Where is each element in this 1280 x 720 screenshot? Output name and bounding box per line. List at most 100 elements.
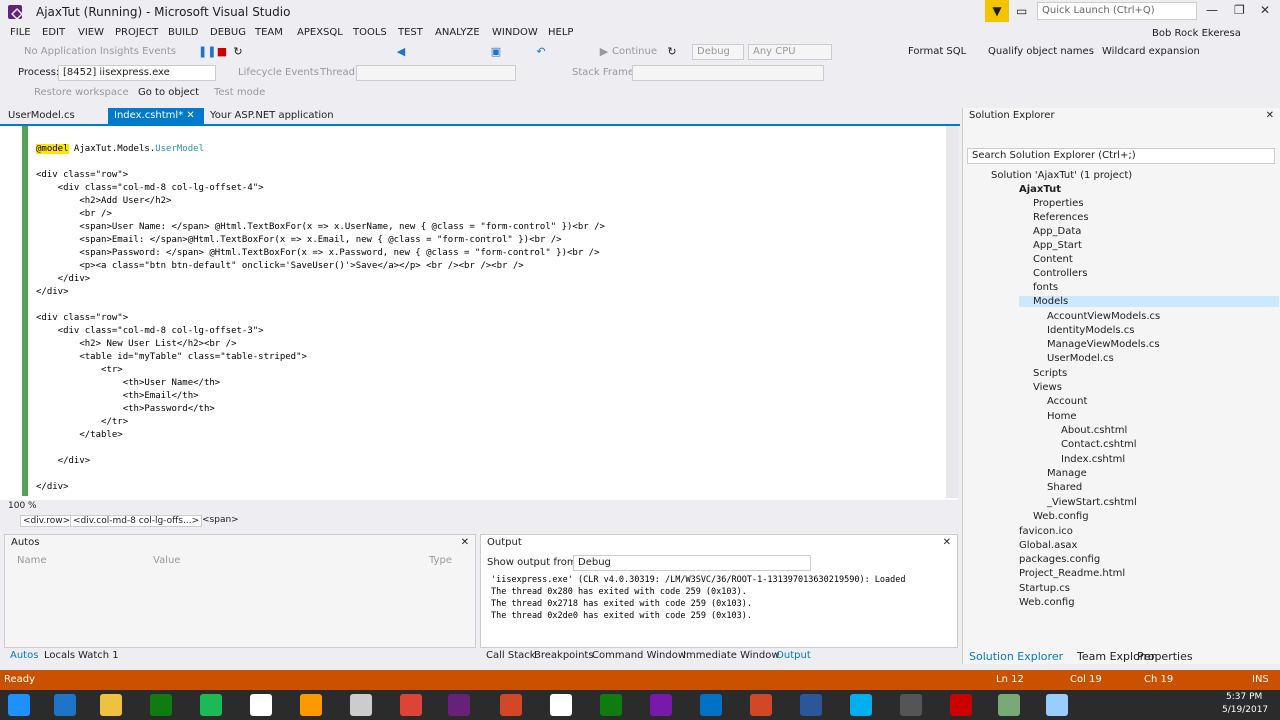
app-icon[interactable] (900, 694, 922, 716)
tab-watch[interactable]: Watch 1 (78, 650, 119, 661)
tree-item[interactable]: Web.config (1019, 597, 1075, 608)
tab-call-stack[interactable]: Call Stack (486, 650, 536, 661)
quick-launch-input[interactable]: Quick Launch (Ctrl+Q) (1037, 2, 1197, 20)
save-icon[interactable]: ▣ (490, 46, 502, 58)
excel-icon[interactable] (600, 694, 622, 716)
refresh-icon[interactable]: ↻ (666, 46, 678, 58)
tab-breakpoints[interactable]: Breakpoints (534, 650, 594, 661)
tree-item[interactable]: _ViewStart.cshtml (1047, 497, 1137, 508)
menu-window[interactable]: WINDOW (492, 27, 538, 38)
insights-label[interactable]: No Application Insights Events (24, 46, 176, 57)
tab-properties[interactable]: Properties (1137, 650, 1193, 663)
tree-item[interactable]: Web.config (1033, 511, 1089, 522)
tree-item[interactable]: IdentityModels.cs (1047, 325, 1134, 336)
notepad-icon[interactable] (550, 694, 572, 716)
tree-item[interactable]: Index.cshtml (1061, 454, 1125, 465)
user-name[interactable]: Bob Rock Ekeresa (1152, 28, 1241, 39)
thread-select[interactable] (356, 65, 516, 81)
qualify-names-button[interactable]: Qualify object names (988, 46, 1094, 57)
tree-item[interactable]: Home (1047, 411, 1077, 422)
tree-item[interactable]: Startup.cs (1019, 583, 1070, 594)
spotify-icon[interactable] (200, 694, 222, 716)
go-to-object-button[interactable]: Go to object (138, 87, 199, 98)
tree-item[interactable]: favicon.ico (1019, 526, 1073, 537)
tree-item[interactable]: About.cshtml (1061, 425, 1127, 436)
chrome-icon[interactable] (400, 694, 422, 716)
home-icon[interactable] (250, 694, 272, 716)
menu-build[interactable]: BUILD (168, 27, 198, 38)
undo-icon[interactable]: ↶ (535, 46, 547, 58)
menu-apexsql[interactable]: APEXSQL (297, 27, 343, 38)
test-mode-button[interactable]: Test mode (214, 87, 265, 98)
tab-index-cshtml[interactable]: Index.cshtml* ✕ (108, 108, 204, 124)
skype-icon[interactable] (850, 694, 872, 716)
menu-analyze[interactable]: ANALYZE (435, 27, 480, 38)
code-editor[interactable]: @model AjaxTut.Models.UserModel <div cla… (0, 126, 958, 500)
restore-workspace-button[interactable]: Restore workspace (34, 87, 129, 98)
tree-item[interactable]: packages.config (1019, 554, 1100, 565)
config-select[interactable]: Debug (692, 44, 744, 60)
menu-debug[interactable]: DEBUG (210, 27, 246, 38)
tree-item[interactable]: Account (1047, 396, 1087, 407)
tree-item[interactable]: Project_Readme.html (1019, 568, 1125, 579)
menu-edit[interactable]: EDIT (42, 27, 65, 38)
tab-usermodel[interactable]: UserModel.cs (2, 108, 81, 124)
outlook-icon[interactable] (700, 694, 722, 716)
explorer-icon[interactable] (100, 694, 122, 716)
editor-scrollbar[interactable] (946, 126, 958, 498)
tree-item[interactable]: Content (1033, 254, 1073, 265)
tree-item[interactable]: Global.asax (1019, 540, 1077, 551)
tree-item[interactable]: Scripts (1033, 368, 1067, 379)
notification-filter-icon[interactable]: ▼ (985, 0, 1009, 22)
powerpoint-icon[interactable] (750, 694, 772, 716)
tree-item[interactable]: fonts (1033, 282, 1058, 293)
close-panel-icon[interactable]: ✕ (461, 537, 469, 548)
zoom-select[interactable]: 100 % (8, 501, 37, 511)
tree-item[interactable]: ManageViewModels.cs (1047, 339, 1160, 350)
tree-item[interactable]: Controllers (1033, 268, 1087, 279)
clock-date[interactable]: 5/19/2017 (1222, 705, 1268, 715)
tab-output[interactable]: Output (776, 650, 811, 661)
navigate-back-icon[interactable]: ◀ (395, 46, 407, 58)
tree-item[interactable]: Properties (1033, 198, 1084, 209)
start-icon[interactable] (8, 694, 30, 716)
tree-item-selected[interactable]: Models (1019, 296, 1279, 307)
tree-item[interactable]: Contact.cshtml (1061, 439, 1137, 450)
menu-file[interactable]: FILE (10, 27, 31, 38)
tab-command-window[interactable]: Command Window (592, 650, 686, 661)
close-panel-icon[interactable]: ✕ (1266, 110, 1274, 121)
close-tab-icon[interactable]: ✕ (186, 110, 194, 121)
menu-tools[interactable]: TOOLS (353, 27, 387, 38)
breadcrumb-item[interactable]: <div.row> (20, 515, 74, 527)
menu-help[interactable]: HELP (548, 27, 573, 38)
app-icon[interactable] (500, 694, 522, 716)
stack-frame-select[interactable] (632, 65, 824, 81)
tree-item[interactable]: AjaxTut (1019, 184, 1061, 195)
stop-icon[interactable]: ■ (216, 46, 228, 58)
tree-item[interactable]: App_Data (1033, 226, 1081, 237)
tree-item[interactable]: UserModel.cs (1047, 353, 1114, 364)
word-icon[interactable] (800, 694, 822, 716)
close-panel-icon[interactable]: ✕ (943, 537, 951, 548)
feedback-icon[interactable]: ▭ (1016, 4, 1027, 18)
wildcard-expansion-button[interactable]: Wildcard expansion (1102, 46, 1200, 57)
maximize-button[interactable]: ❐ (1234, 3, 1245, 17)
tab-aspnet-app[interactable]: Your ASP.NET application (204, 108, 340, 124)
tree-item[interactable]: AccountViewModels.cs (1047, 311, 1160, 322)
format-sql-button[interactable]: Format SQL (908, 46, 966, 57)
lifecycle-events[interactable]: Lifecycle Events (238, 67, 319, 78)
minimize-button[interactable]: — (1206, 3, 1218, 17)
menu-project[interactable]: PROJECT (115, 27, 158, 38)
pause-icon[interactable]: ❚❚ (198, 46, 216, 58)
amazon-icon[interactable] (300, 694, 322, 716)
output-source-select[interactable]: Debug (573, 555, 811, 571)
tree-item[interactable]: References (1033, 212, 1089, 223)
tree-item[interactable]: Manage (1047, 468, 1087, 479)
app-icon[interactable] (950, 694, 972, 716)
breadcrumb-item[interactable]: <div.col-md-8 col-lg-offs...> (70, 515, 203, 527)
tab-immediate-window[interactable]: Immediate Window (683, 650, 780, 661)
onenote-icon[interactable] (650, 694, 672, 716)
tab-locals[interactable]: Locals (44, 650, 75, 661)
tab-autos[interactable]: Autos (10, 650, 38, 661)
continue-icon[interactable]: ▶ (598, 46, 610, 58)
